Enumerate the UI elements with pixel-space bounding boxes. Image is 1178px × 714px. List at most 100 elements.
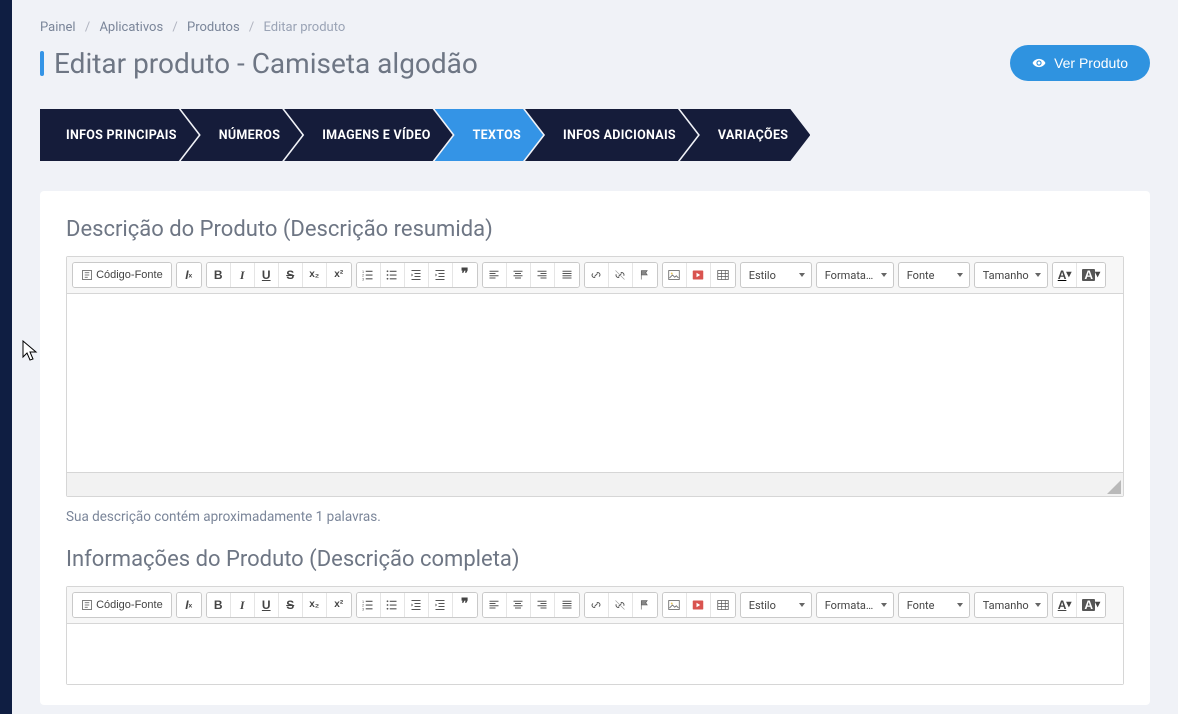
link-icon: [590, 599, 602, 611]
indent-button-2[interactable]: [429, 593, 453, 617]
source-button-2[interactable]: Código-Fonte: [73, 593, 171, 617]
align-justify-button[interactable]: [555, 263, 579, 287]
font-select-label: Fonte: [907, 269, 935, 282]
style-select[interactable]: Estilo: [740, 262, 812, 288]
blockquote-button[interactable]: ❞: [453, 263, 477, 287]
outdent-icon: [410, 269, 422, 281]
view-product-label: Ver Produto: [1054, 55, 1128, 71]
ol-icon: 123: [362, 269, 374, 281]
align-center-button-2[interactable]: [507, 593, 531, 617]
outdent-button[interactable]: [405, 263, 429, 287]
image-button-2[interactable]: [663, 593, 687, 617]
font-select[interactable]: Fonte: [898, 262, 970, 288]
step-infos-adicionais[interactable]: INFOS ADICIONAIS: [525, 109, 698, 161]
outdent-button-2[interactable]: [405, 593, 429, 617]
align-justify-icon: [561, 599, 573, 611]
bg-color-button[interactable]: A▾: [1077, 263, 1105, 287]
text-color-button-2[interactable]: A▾: [1053, 593, 1078, 617]
align-justify-button-2[interactable]: [555, 593, 579, 617]
size-select[interactable]: Tamanho: [974, 262, 1048, 288]
unlink-icon: [614, 599, 626, 611]
underline-button[interactable]: U: [255, 263, 279, 287]
main-content: Painel / Aplicativos / Produtos / Editar…: [12, 0, 1178, 705]
bulleted-list-button-2[interactable]: [381, 593, 405, 617]
svg-text:3: 3: [362, 277, 364, 281]
unlink-button-2[interactable]: [609, 593, 633, 617]
format-select-label: Formata…: [825, 269, 874, 282]
align-right-icon: [536, 269, 548, 281]
align-left-button-2[interactable]: [483, 593, 507, 617]
anchor-button-2[interactable]: [633, 593, 657, 617]
remove-format-button-2[interactable]: Iₓ: [177, 593, 201, 617]
editor-area-short[interactable]: [67, 294, 1123, 472]
strike-button[interactable]: S: [279, 263, 303, 287]
step-variacoes[interactable]: VARIAÇÕES: [680, 109, 810, 161]
table-button-2[interactable]: [711, 593, 735, 617]
editor-card: Descrição do Produto (Descrição resumida…: [40, 191, 1150, 705]
mouse-cursor: [22, 340, 40, 364]
toolbar-short: Código-Fonte Iₓ B I U S x₂ x² 123: [67, 257, 1123, 294]
image-icon: [668, 599, 680, 611]
strike-button-2[interactable]: S: [279, 593, 303, 617]
embed-button[interactable]: [687, 263, 711, 287]
italic-button-2[interactable]: I: [231, 593, 255, 617]
numbered-list-button[interactable]: 123: [357, 263, 381, 287]
align-center-icon: [512, 269, 524, 281]
size-select-2[interactable]: Tamanho: [974, 592, 1048, 618]
superscript-button[interactable]: x²: [327, 263, 351, 287]
remove-format-button[interactable]: Iₓ: [177, 263, 201, 287]
ul-icon: [386, 269, 398, 281]
breadcrumb: Painel / Aplicativos / Produtos / Editar…: [40, 20, 1150, 35]
embed-icon: [692, 599, 704, 611]
align-left-button[interactable]: [483, 263, 507, 287]
eye-icon: [1032, 56, 1046, 70]
embed-button-2[interactable]: [687, 593, 711, 617]
align-right-button-2[interactable]: [531, 593, 555, 617]
superscript-button-2[interactable]: x²: [327, 593, 351, 617]
editor-full: Código-Fonte Iₓ B I U S x₂ x² 123: [66, 586, 1124, 685]
source-label: Código-Fonte: [96, 269, 163, 281]
underline-button-2[interactable]: U: [255, 593, 279, 617]
bold-button-2[interactable]: B: [207, 593, 231, 617]
step-nav: INFOS PRINCIPAIS NÚMEROS IMAGENS E VÍDEO…: [40, 109, 1150, 161]
subscript-button-2[interactable]: x₂: [303, 593, 327, 617]
format-select-label-2: Formata…: [825, 599, 874, 612]
breadcrumb-link-aplicativos[interactable]: Aplicativos: [99, 20, 163, 35]
blockquote-button-2[interactable]: ❞: [453, 593, 477, 617]
table-icon: [717, 269, 729, 281]
link-button[interactable]: [585, 263, 609, 287]
anchor-button[interactable]: [633, 263, 657, 287]
style-select-2[interactable]: Estilo: [740, 592, 812, 618]
unlink-button[interactable]: [609, 263, 633, 287]
bulleted-list-button[interactable]: [381, 263, 405, 287]
step-numeros[interactable]: NÚMEROS: [181, 109, 302, 161]
editor-area-full[interactable]: [67, 624, 1123, 684]
view-product-button[interactable]: Ver Produto: [1010, 45, 1150, 81]
align-center-button[interactable]: [507, 263, 531, 287]
align-right-button[interactable]: [531, 263, 555, 287]
bold-button[interactable]: B: [207, 263, 231, 287]
link-button-2[interactable]: [585, 593, 609, 617]
breadcrumb-separator: /: [172, 20, 177, 35]
format-select[interactable]: Formata…: [816, 262, 894, 288]
step-imagens-video[interactable]: IMAGENS E VÍDEO: [284, 109, 452, 161]
bg-color-button-2[interactable]: A▾: [1077, 593, 1105, 617]
breadcrumb-link-painel[interactable]: Painel: [40, 20, 76, 35]
italic-button[interactable]: I: [231, 263, 255, 287]
table-button[interactable]: [711, 263, 735, 287]
font-select-2[interactable]: Fonte: [898, 592, 970, 618]
font-select-label-2: Fonte: [907, 599, 935, 612]
image-button[interactable]: [663, 263, 687, 287]
source-icon: [81, 269, 93, 281]
section-title-full: Informações do Produto (Descrição comple…: [66, 547, 1124, 572]
format-select-2[interactable]: Formata…: [816, 592, 894, 618]
subscript-button[interactable]: x₂: [303, 263, 327, 287]
text-color-button[interactable]: A▾: [1053, 263, 1078, 287]
editor-resize-handle[interactable]: [67, 472, 1123, 496]
step-infos-principais[interactable]: INFOS PRINCIPAIS: [40, 109, 199, 161]
indent-button[interactable]: [429, 263, 453, 287]
breadcrumb-link-produtos[interactable]: Produtos: [187, 20, 240, 35]
numbered-list-button-2[interactable]: 123: [357, 593, 381, 617]
size-select-label-2: Tamanho: [983, 599, 1029, 612]
source-button[interactable]: Código-Fonte: [73, 263, 171, 287]
